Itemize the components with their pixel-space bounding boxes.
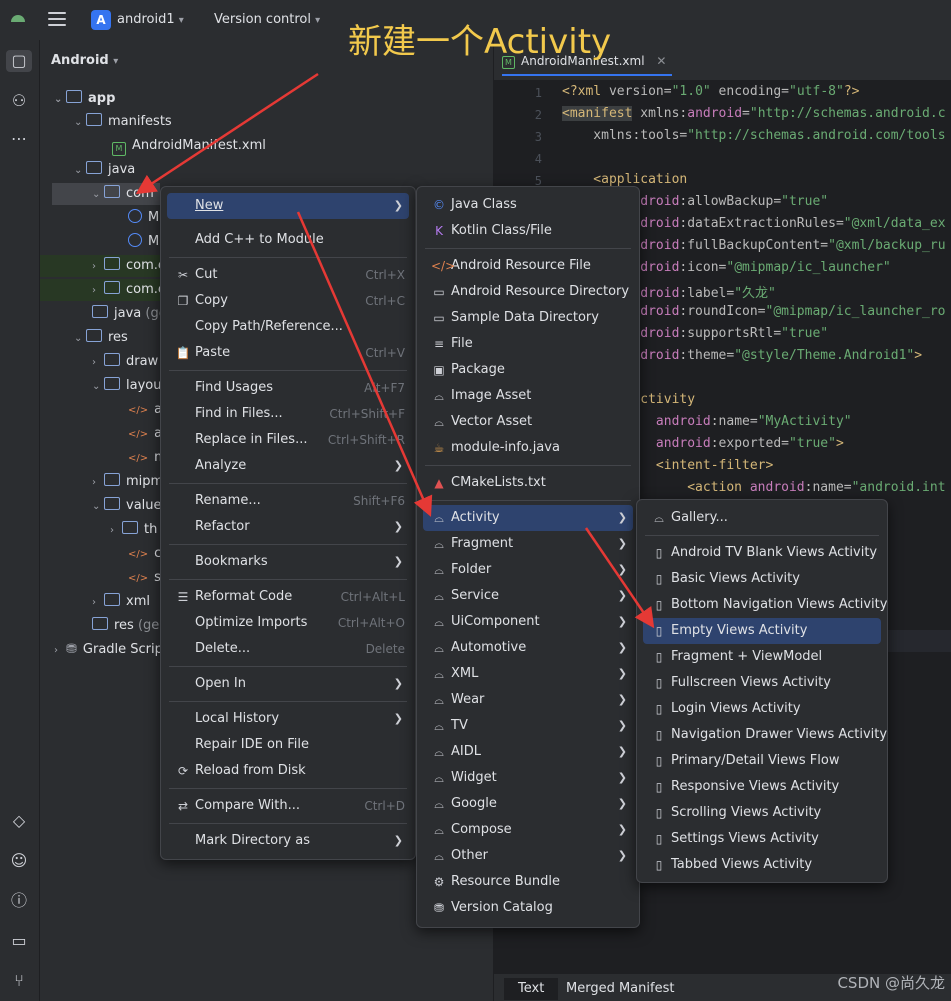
arrow-to-activity bbox=[296, 211, 433, 517]
watermark: CSDN @尚久龙 bbox=[837, 974, 945, 992]
arrow-to-package bbox=[135, 72, 319, 195]
annotation-arrows bbox=[135, 72, 655, 629]
arrow-to-empty-views-activity bbox=[584, 527, 655, 629]
annotation-title: 新建一个Activity bbox=[348, 22, 612, 62]
